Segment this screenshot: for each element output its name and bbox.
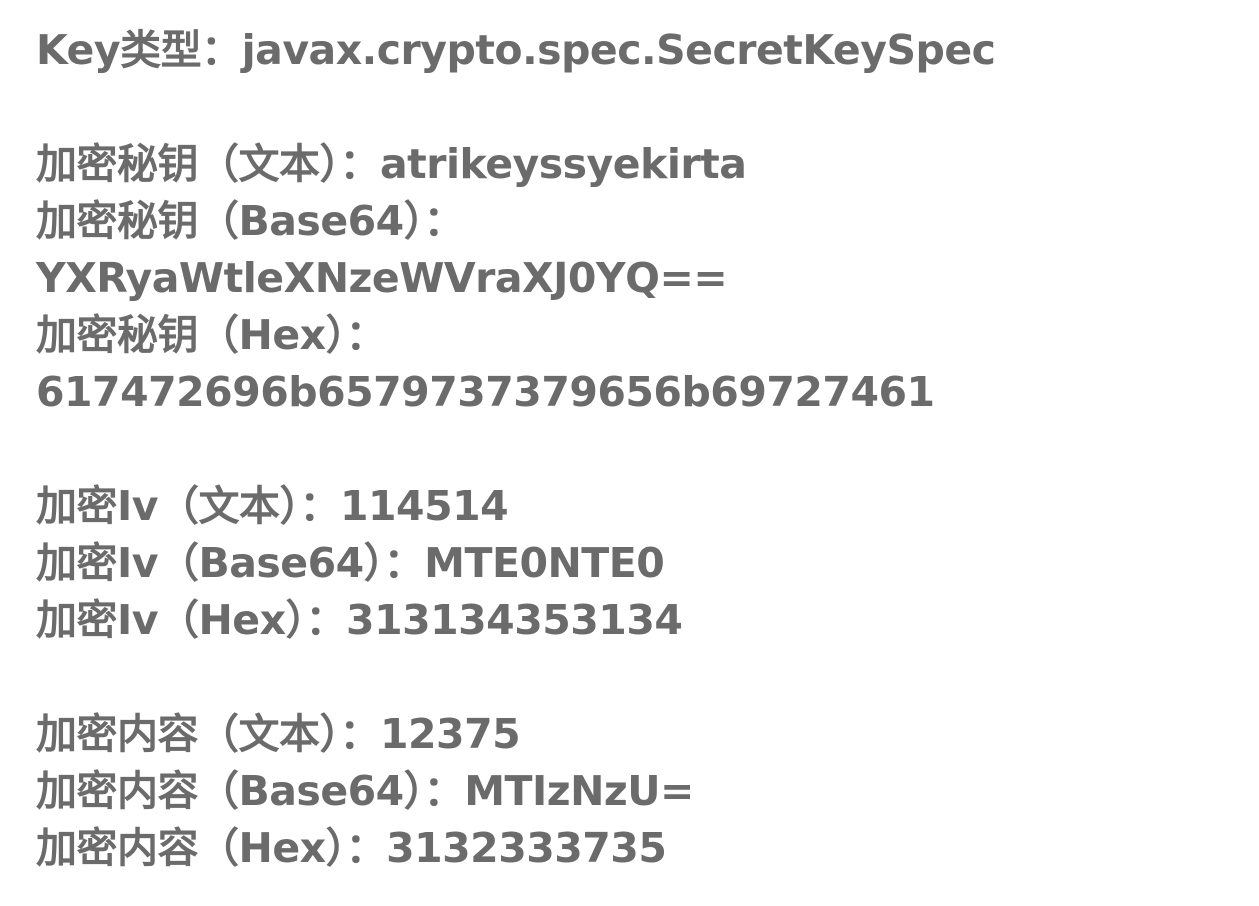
content-text-value: 12375 [380,710,521,758]
crypto-info-document: Key类型：javax.crypto.spec.SecretKeySpec 加密… [36,22,1236,877]
iv-text-line: 加密Iv（文本）：114514 [36,478,1236,535]
iv-hex-value: 313134353134 [346,596,683,644]
key-type-value: javax.crypto.spec.SecretKeySpec [241,26,996,74]
content-hex-value: 3132333735 [386,824,667,872]
key-type-label: Key类型： [36,26,242,74]
key-base64-label: 加密秘钥（Base64）： [36,197,465,245]
key-hex-value: 617472696b6579737379656b69727461 [36,368,935,416]
key-hex-value-line: 617472696b6579737379656b69727461 [36,364,1236,421]
key-base64-value-line: YXRyaWtleXNzeWVraXJ0YQ== [36,250,1236,307]
iv-hex-label: 加密Iv（Hex）： [36,596,347,644]
key-base64-value: YXRyaWtleXNzeWVraXJ0YQ== [36,254,728,302]
iv-hex-line: 加密Iv（Hex）：313134353134 [36,592,1236,649]
key-text-line: 加密秘钥（文本）：atrikeyssyekirta [36,136,1236,193]
content-base64-line: 加密内容（Base64）：MTIzNzU= [36,763,1236,820]
iv-base64-line: 加密Iv（Base64）：MTE0NTE0 [36,535,1236,592]
iv-base64-label: 加密Iv（Base64）： [36,539,425,587]
key-type-line: Key类型：javax.crypto.spec.SecretKeySpec [36,22,1236,79]
key-base64-label-line: 加密秘钥（Base64）： [36,193,1236,250]
key-hex-label: 加密秘钥（Hex）： [36,311,387,359]
iv-text-label: 加密Iv（文本）： [36,482,340,530]
key-hex-label-line: 加密秘钥（Hex）： [36,307,1236,364]
content-hex-line: 加密内容（Hex）：3132333735 [36,820,1236,877]
content-text-label: 加密内容（文本）： [36,710,381,758]
key-text-value: atrikeyssyekirta [380,140,747,188]
iv-base64-value: MTE0NTE0 [424,539,665,587]
content-base64-value: MTIzNzU= [464,767,694,815]
content-hex-label: 加密内容（Hex）： [36,824,387,872]
key-text-label: 加密秘钥（文本）： [36,140,381,188]
iv-text-value: 114514 [339,482,509,530]
content-base64-label: 加密内容（Base64）： [36,767,465,815]
content-text-line: 加密内容（文本）：12375 [36,706,1236,763]
